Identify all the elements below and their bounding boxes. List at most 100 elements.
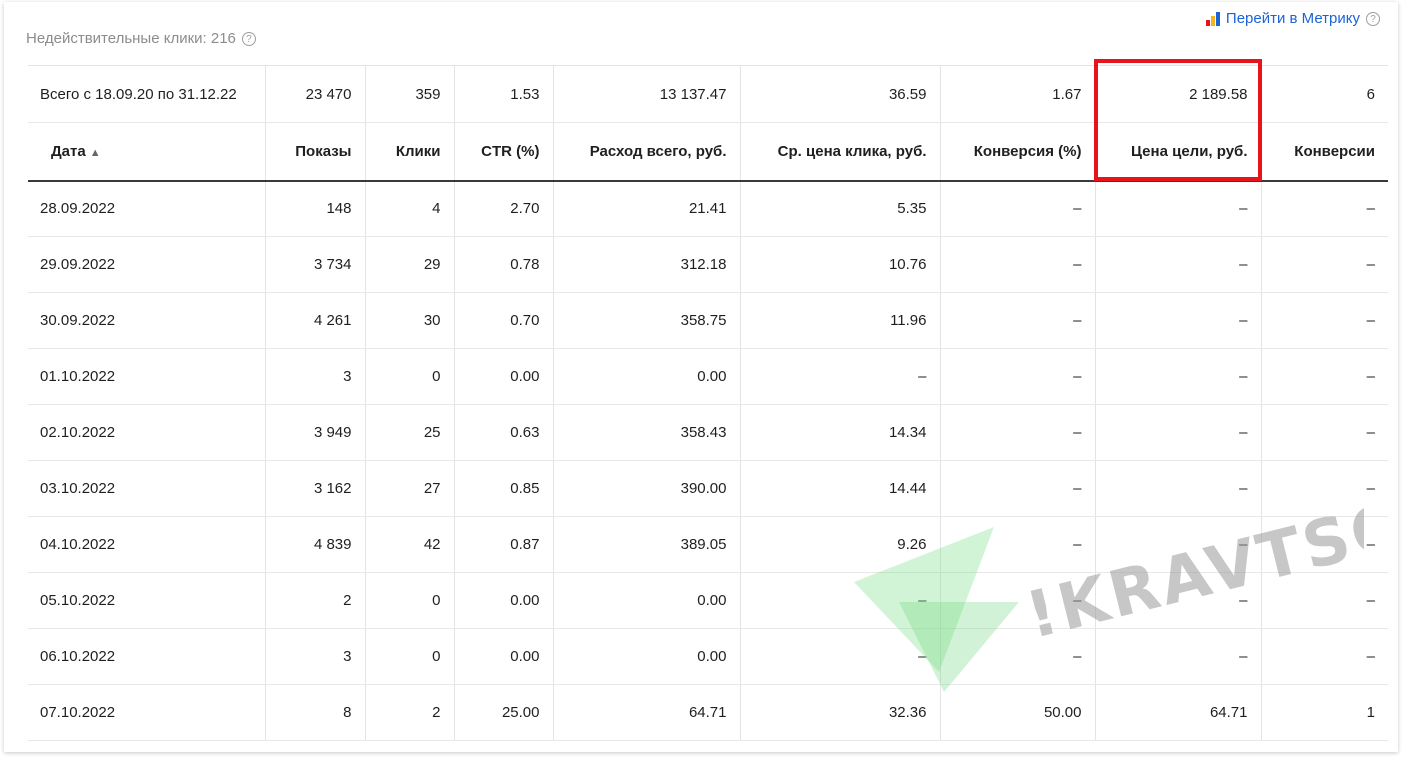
column-header[interactable]: Конверсии — [1261, 122, 1388, 182]
table-cell: 21.41 — [553, 180, 741, 237]
totals-cell: 36.59 — [740, 65, 941, 123]
table-cell: 50.00 — [940, 684, 1096, 741]
table-cell: 4 839 — [265, 516, 366, 573]
table-cell: – — [940, 236, 1096, 293]
totals-cell: 1.67 — [940, 65, 1096, 123]
column-header[interactable]: CTR (%) — [454, 122, 554, 182]
table-cell: 3 — [265, 348, 366, 405]
help-icon[interactable]: ? — [241, 31, 256, 46]
table-cell: 4 — [365, 180, 455, 237]
table-row: 02.10.2022 3 949 25 0.63 358.43 14.34– – – — [28, 404, 1388, 461]
table-cell: 2.70 — [454, 180, 554, 237]
date-cell: 06.10.2022 — [28, 628, 266, 685]
table-row: 03.10.2022 3 162 27 0.85 390.00 14.44– – – — [28, 460, 1388, 517]
stats-card: Недействительные клики: 216 ? Перейти в … — [4, 2, 1398, 752]
date-cell: 28.09.2022 — [28, 180, 266, 237]
table-cell: 0.63 — [454, 404, 554, 461]
table-row: 01.10.2022 3 0 0.00 0.00– – – – — [28, 348, 1388, 405]
table-cell: 0.70 — [454, 292, 554, 349]
table-cell: 0.00 — [553, 628, 741, 685]
table-cell: – — [1095, 292, 1262, 349]
header-row: Дата ▲ Показы Клики CTR (%) Расход всего, руб… — [28, 122, 1388, 182]
table-cell: 0.00 — [454, 348, 554, 405]
date-cell: 05.10.2022 — [28, 572, 266, 629]
column-header-label: Дата — [51, 142, 86, 160]
table-cell: 358.43 — [553, 404, 741, 461]
column-header[interactable]: Ср. цена клика, руб. — [740, 122, 941, 182]
table-cell: – — [1261, 572, 1388, 629]
table-cell: – — [1095, 628, 1262, 685]
totals-cell: 359 — [365, 65, 455, 123]
table-cell: 64.71 — [553, 684, 741, 741]
totals-cell: 1.53 — [454, 65, 554, 123]
table-cell: 3 — [265, 628, 366, 685]
table-cell: 9.26 — [740, 516, 941, 573]
table-cell: – — [940, 628, 1096, 685]
table-cell: – — [940, 404, 1096, 461]
table-cell: 3 162 — [265, 460, 366, 517]
table-cell: 0 — [365, 628, 455, 685]
column-header[interactable]: Клики — [365, 122, 455, 182]
date-cell: 02.10.2022 — [28, 404, 266, 461]
table-cell: – — [1261, 292, 1388, 349]
date-cell: 29.09.2022 — [28, 236, 266, 293]
table-cell: 3 949 — [265, 404, 366, 461]
table-cell: 0 — [365, 572, 455, 629]
date-cell: 01.10.2022 — [28, 348, 266, 405]
table-cell: – — [1261, 236, 1388, 293]
column-header[interactable]: Конверсия (%) — [940, 122, 1096, 182]
table-cell: – — [940, 348, 1096, 405]
table-row: 04.10.2022 4 839 42 0.87 389.05 9.26– – – — [28, 516, 1388, 573]
table-cell: 10.76 — [740, 236, 941, 293]
metrika-link-text[interactable]: Перейти в Метрику — [1226, 10, 1360, 27]
date-cell: 03.10.2022 — [28, 460, 266, 517]
table-cell: 0.85 — [454, 460, 554, 517]
column-header[interactable]: Расход всего, руб. — [553, 122, 741, 182]
date-cell: 07.10.2022 — [28, 684, 266, 741]
column-header[interactable]: Дата ▲ — [28, 122, 266, 182]
totals-row: Всего с 18.09.20 по 31.12.22 23 470 359 1.5… — [28, 65, 1388, 123]
column-header-label: CTR (%) — [481, 142, 540, 160]
table-cell: – — [940, 292, 1096, 349]
table-cell: 0.00 — [553, 348, 741, 405]
metrika-link[interactable]: Перейти в Метрику ? — [1205, 10, 1380, 27]
table-cell: – — [740, 572, 941, 629]
table-row: 29.09.2022 3 734 29 0.78 312.18 10.76– – – — [28, 236, 1388, 293]
table-cell: 148 — [265, 180, 366, 237]
date-cell: 30.09.2022 — [28, 292, 266, 349]
column-header-label: Конверсия (%) — [973, 142, 1082, 160]
table-cell: – — [1261, 348, 1388, 405]
column-header[interactable]: Цена цели, руб. — [1095, 122, 1262, 182]
table-cell: 0.00 — [553, 572, 741, 629]
table-cell: – — [1095, 348, 1262, 405]
metrika-help-icon[interactable]: ? — [1366, 11, 1380, 26]
table-cell: – — [940, 460, 1096, 517]
table-cell: 25 — [365, 404, 455, 461]
table-cell: – — [1261, 516, 1388, 573]
stats-table-wrap: Всего с 18.09.20 по 31.12.22 23 470 359 1.5… — [28, 65, 1388, 741]
column-header[interactable]: Показы — [265, 122, 366, 182]
table-cell: – — [1095, 572, 1262, 629]
table-row: 05.10.2022 2 0 0.00 0.00– – – – — [28, 572, 1388, 629]
sort-asc-icon[interactable]: ▲ — [90, 147, 101, 159]
table-cell: – — [1095, 460, 1262, 517]
table-row: 06.10.2022 3 0 0.00 0.00– – – – — [28, 628, 1388, 685]
column-header-label: Клики — [395, 142, 441, 160]
table-cell: 32.36 — [740, 684, 941, 741]
table-cell: 27 — [365, 460, 455, 517]
totals-period-cell: Всего с 18.09.20 по 31.12.22 — [28, 65, 266, 123]
table-cell: – — [1095, 180, 1262, 237]
totals-cell: 23 470 — [265, 65, 366, 123]
column-header-label: Цена цели, руб. — [1131, 142, 1248, 160]
table-cell: 2 — [265, 572, 366, 629]
table-cell: – — [1261, 404, 1388, 461]
table-cell: 5.35 — [740, 180, 941, 237]
table-cell: – — [1095, 516, 1262, 573]
table-cell: 64.71 — [1095, 684, 1262, 741]
table-cell: – — [740, 348, 941, 405]
table-cell: 25.00 — [454, 684, 554, 741]
table-row: 07.10.2022 8 2 25.00 64.71 32.36 50.00 64.71 1 — [28, 684, 1388, 741]
table-cell: 358.75 — [553, 292, 741, 349]
totals-cell: 13 137.47 — [553, 65, 741, 123]
table-cell: 30 — [365, 292, 455, 349]
